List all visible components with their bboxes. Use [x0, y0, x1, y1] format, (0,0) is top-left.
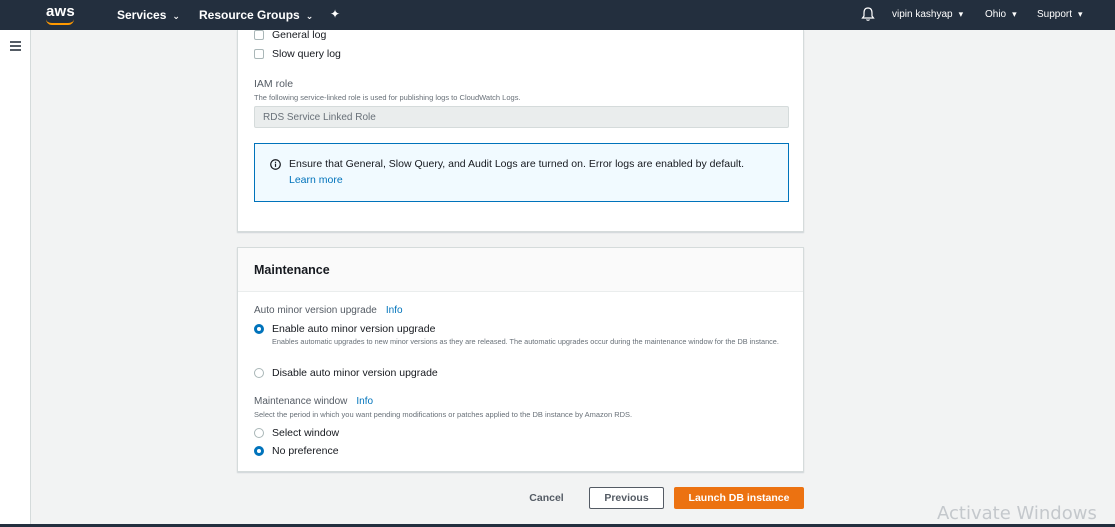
support-menu[interactable]: Support ▾: [1037, 9, 1083, 20]
top-navigation-bar: aws Services ⌄ Resource Groups ⌄ ✦ vipin k…: [0, 0, 1115, 30]
maintenance-window-label: Maintenance window: [254, 396, 348, 407]
region-menu[interactable]: Ohio ▾: [985, 9, 1017, 20]
previous-button[interactable]: Previous: [589, 487, 664, 509]
maintenance-window-description: Select the period in which you want pend…: [254, 410, 633, 419]
services-menu-label: Services: [117, 8, 167, 22]
enable-auto-minor-radio[interactable]: [254, 324, 264, 334]
select-window-label: Select window: [272, 427, 340, 439]
enable-auto-minor-option[interactable]: Enable auto minor version upgrade: [254, 323, 435, 335]
maintenance-window-info-link[interactable]: Info: [356, 396, 373, 407]
caret-down-icon: ▾: [1012, 9, 1017, 19]
aws-logo[interactable]: aws: [46, 3, 75, 20]
auto-minor-upgrade-label: Auto minor version upgrade: [254, 305, 377, 316]
general-log-checkbox[interactable]: [254, 30, 264, 40]
support-label: Support: [1037, 9, 1073, 20]
launch-db-instance-button[interactable]: Launch DB instance: [674, 487, 804, 509]
maintenance-header: Maintenance: [238, 248, 803, 292]
maintenance-title: Maintenance: [254, 263, 330, 277]
maintenance-panel: Maintenance Auto minor version upgrade In…: [237, 247, 804, 472]
caret-down-icon: ▾: [1078, 9, 1083, 19]
user-name: vipin kashyap: [892, 9, 953, 20]
log-exports-panel: General log Slow query log IAM role The …: [237, 29, 804, 232]
services-menu[interactable]: Services ⌄: [117, 8, 180, 22]
caret-down-icon: ▾: [958, 9, 964, 19]
chevron-down-icon: ⌄: [305, 11, 314, 21]
general-log-label: General log: [272, 29, 327, 41]
hamburger-menu-icon[interactable]: [10, 41, 21, 53]
select-window-option[interactable]: Select window: [254, 427, 339, 439]
iam-role-label: IAM role: [254, 78, 294, 90]
slow-query-log-option[interactable]: Slow query log: [254, 48, 341, 60]
region-name: Ohio: [985, 9, 1007, 20]
disable-auto-minor-radio[interactable]: [254, 368, 264, 378]
maintenance-window-label-row: Maintenance window Info: [254, 396, 373, 407]
aws-logo-smile-icon: [46, 19, 74, 25]
cancel-button[interactable]: Cancel: [519, 487, 574, 509]
sidebar: [0, 30, 31, 527]
iam-role-description: The following service-linked role is use…: [254, 93, 521, 102]
user-menu[interactable]: vipin kashyap ▾: [892, 9, 963, 20]
alert-message: Ensure that General, Slow Query, and Aud…: [289, 158, 745, 170]
enable-auto-minor-description: Enables automatic upgrades to new minor …: [272, 337, 779, 346]
auto-minor-info-link[interactable]: Info: [386, 305, 403, 316]
disable-auto-minor-label: Disable auto minor version upgrade: [272, 367, 438, 379]
info-circle-icon: [270, 159, 281, 170]
resource-groups-menu[interactable]: Resource Groups ⌄: [199, 8, 313, 22]
learn-more-link[interactable]: Learn more: [289, 174, 343, 186]
auto-minor-upgrade-label-row: Auto minor version upgrade Info: [254, 305, 403, 316]
no-preference-label: No preference: [272, 445, 339, 457]
no-preference-radio[interactable]: [254, 446, 264, 456]
general-log-option[interactable]: General log: [254, 29, 326, 41]
activate-windows-watermark: Activate Windows: [937, 503, 1097, 524]
select-window-radio[interactable]: [254, 428, 264, 438]
no-preference-option[interactable]: No preference: [254, 445, 339, 457]
resource-groups-label: Resource Groups: [199, 8, 300, 22]
info-alert: Ensure that General, Slow Query, and Aud…: [254, 143, 789, 202]
slow-query-log-checkbox[interactable]: [254, 49, 264, 59]
enable-auto-minor-label: Enable auto minor version upgrade: [272, 323, 436, 335]
slow-query-log-label: Slow query log: [272, 48, 341, 60]
chevron-down-icon: ⌄: [172, 11, 180, 21]
bell-icon[interactable]: [861, 6, 875, 22]
iam-role-field: RDS Service Linked Role: [254, 106, 789, 128]
disable-auto-minor-option[interactable]: Disable auto minor version upgrade: [254, 367, 438, 379]
pin-icon[interactable]: ✦: [330, 7, 340, 21]
